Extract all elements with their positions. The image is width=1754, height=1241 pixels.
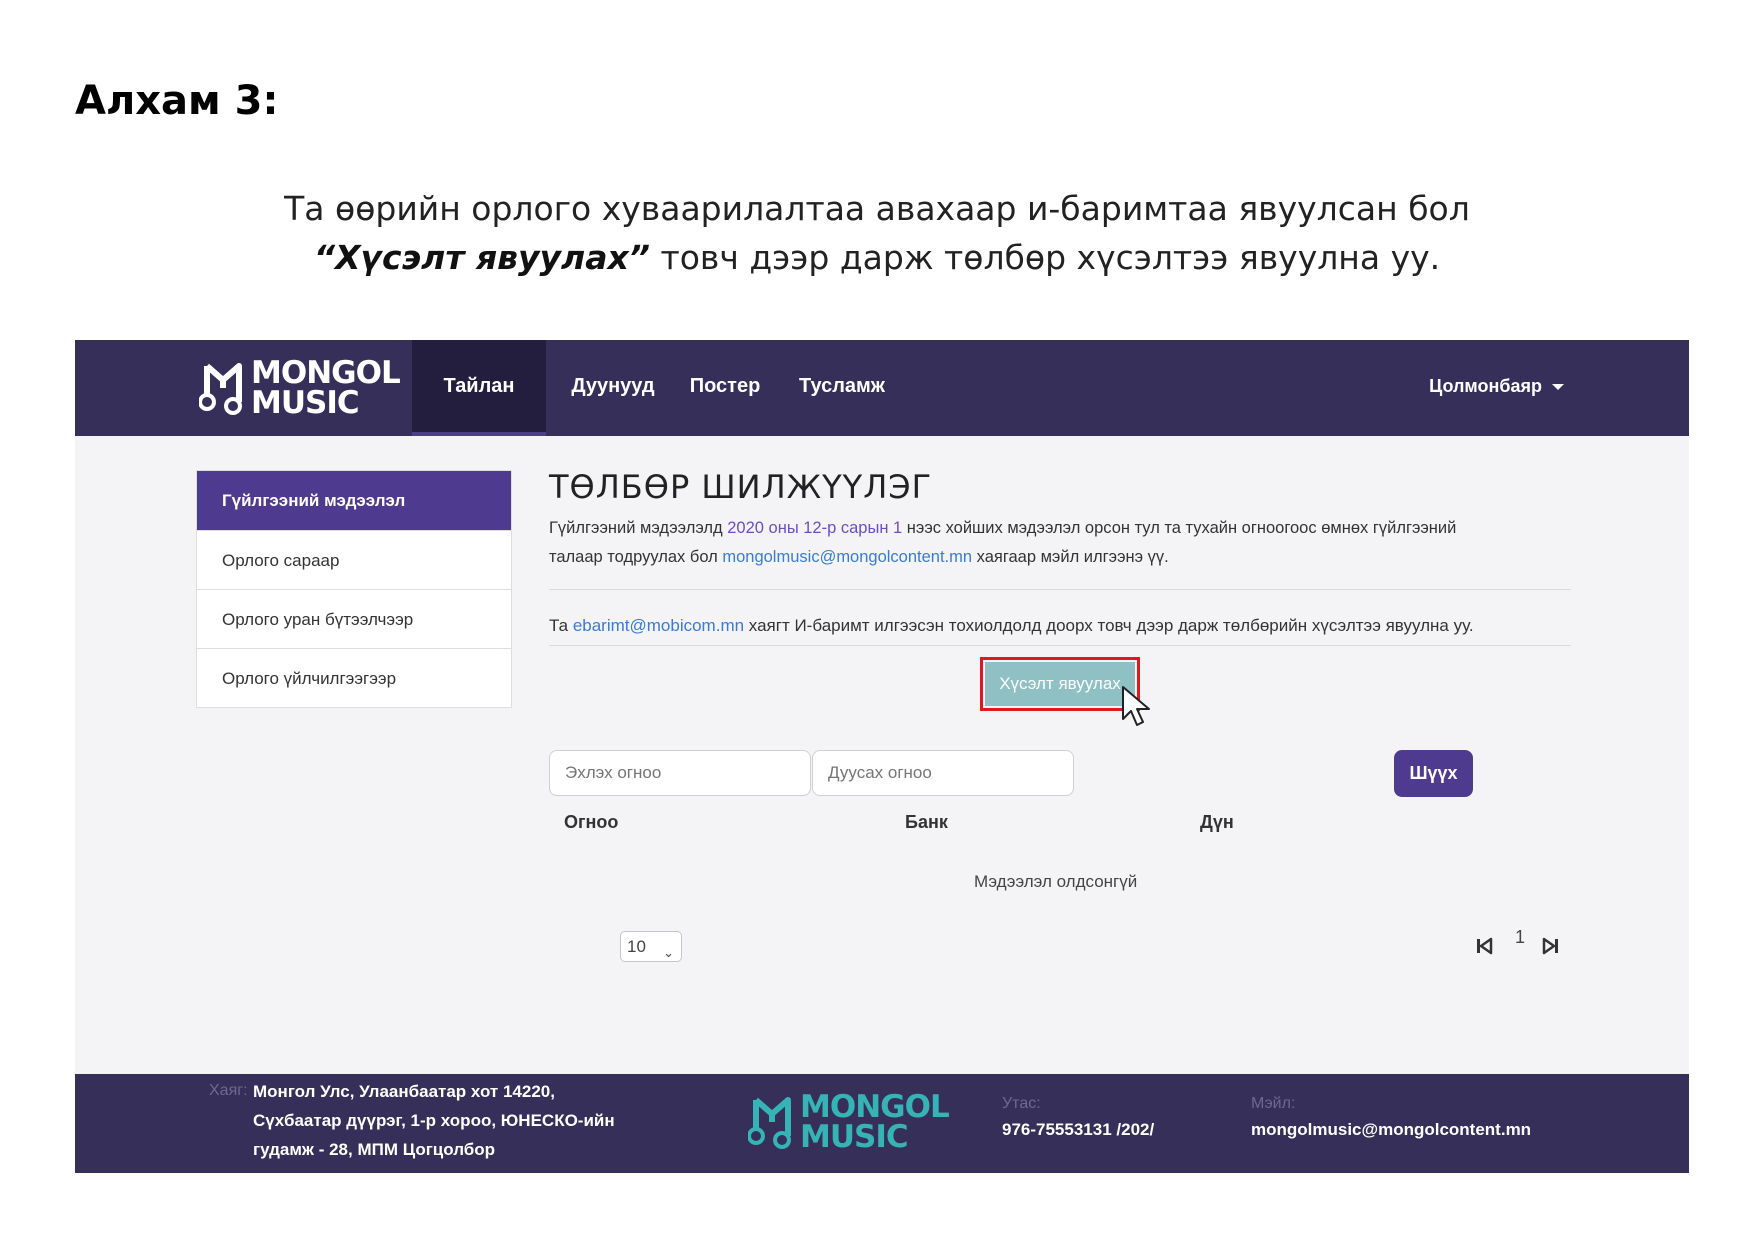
send-request-button[interactable]: Хүсэлт явуулах	[985, 662, 1135, 706]
logo-line-2: MUSIC	[251, 385, 360, 421]
address-line: Сүхбаатар дүүрэг, 1-р хороо, ЮНЕСКО-ийн	[253, 1111, 615, 1130]
page-title: ТӨЛБӨР ШИЛЖҮҮЛЭГ	[549, 468, 933, 506]
info-date: 2020 оны 12-р сарын 1	[727, 519, 903, 537]
info-email-link[interactable]: mongolmusic@mongolcontent.mn	[722, 548, 972, 566]
footer-email[interactable]: mongolmusic@mongolcontent.mn	[1251, 1115, 1531, 1144]
filter-button[interactable]: Шүүх	[1394, 750, 1473, 797]
instruction-line-2-rest: товч дээр дарж төлбөр хүсэлтээ явуулна у…	[650, 238, 1441, 277]
brand-logo[interactable]: MONGOL MUSIC	[198, 355, 401, 421]
page-size-select[interactable]: 10 ⌄	[620, 931, 682, 962]
info-text-part: нээс хойших мэдээлэл орсон тул та тухайн…	[902, 519, 1457, 537]
footer-logo: MONGOL MUSIC	[747, 1089, 950, 1155]
app-screenshot: MONGOL MUSIC Тайлан Дуунууд Постер Тусла…	[75, 340, 1689, 1173]
sidebar-item-income-by-artist[interactable]: Орлого уран бүтээлчээр	[197, 589, 511, 648]
logo-wordmark: MONGOL MUSIC	[251, 355, 401, 421]
address-line: Монгол Улс, Улаанбаатар хот 14220,	[253, 1082, 555, 1101]
address-label: Хаяг:	[209, 1082, 248, 1099]
logo-line-1: MONGOL	[800, 1089, 950, 1125]
sidebar: Гүйлгээний мэдээлэл Орлого сараар Орлого…	[196, 470, 512, 708]
nav-duunuud[interactable]: Дуунууд	[563, 340, 663, 436]
page-number[interactable]: 1	[1515, 927, 1525, 948]
nav-poster[interactable]: Постер	[685, 340, 765, 436]
sidebar-item-income-monthly[interactable]: Орлого сараар	[197, 530, 511, 589]
user-name: Цолмонбаяр	[1429, 376, 1542, 396]
footer: Хаяг: Монгол Улс, Улаанбаатар хот 14220,…	[75, 1074, 1689, 1173]
instruction-button-name: “Хүсэлт явуулах”	[313, 238, 651, 277]
column-header-amount: Дүн	[1200, 812, 1234, 832]
info-text-part: хаягаар мэйл илгээнэ үү.	[972, 548, 1169, 566]
footer-logo-wordmark: MONGOL MUSIC	[800, 1089, 950, 1155]
end-date-input[interactable]	[812, 750, 1074, 796]
info-text-part: Гүйлгээний мэдээлэлд	[549, 519, 728, 537]
info-text: Гүйлгээний мэдээлэлд 2020 оны 12-р сарын…	[549, 514, 1559, 572]
info-text-part: талаар тодруулах бол	[549, 548, 723, 566]
phone-label: Утас:	[1002, 1095, 1041, 1112]
column-header-bank: Банк	[905, 812, 948, 832]
top-navbar: MONGOL MUSIC Тайлан Дуунууд Постер Тусла…	[75, 340, 1689, 436]
divider	[549, 589, 1571, 590]
nav-help[interactable]: Тусламж	[787, 340, 897, 436]
sidebar-item-transactions[interactable]: Гүйлгээний мэдээлэл	[197, 471, 511, 530]
last-page-icon[interactable]	[1542, 936, 1560, 956]
note-text-part: Та	[549, 616, 573, 635]
first-page-icon[interactable]	[1475, 936, 1493, 956]
step-title: Алхам 3:	[75, 78, 279, 124]
column-header-date: Огноо	[564, 812, 619, 832]
caret-down-icon	[1552, 384, 1564, 391]
ebarimt-note: Та ebarimt@mobicom.mn хаягт И-баримт илг…	[549, 616, 1474, 636]
ebarimt-email-link[interactable]: ebarimt@mobicom.mn	[573, 616, 744, 635]
address-text: Монгол Улс, Улаанбаатар хот 14220, Сүхба…	[253, 1077, 615, 1164]
logo-line-1: MONGOL	[251, 355, 401, 391]
instruction-line-1: Та өөрийн орлого хуваарилалтаа авахаар и…	[284, 189, 1470, 228]
address-line: гудамж - 28, МПМ Цогцолбор	[253, 1140, 496, 1159]
music-note-logo-icon	[747, 1094, 796, 1150]
music-note-logo-icon	[198, 360, 247, 416]
instruction-line-2: “Хүсэлт явуулах” товч дээр дарж төлбөр х…	[0, 234, 1754, 282]
chevron-down-icon: ⌄	[663, 945, 674, 960]
logo-line-2: MUSIC	[800, 1119, 909, 1155]
start-date-input[interactable]	[549, 750, 811, 796]
sidebar-item-income-by-service[interactable]: Орлого үйлчилгээгээр	[197, 648, 511, 707]
email-label: Мэйл:	[1251, 1095, 1296, 1112]
user-menu[interactable]: Цолмонбаяр	[1429, 376, 1564, 397]
cursor-pointer-icon	[1122, 686, 1150, 726]
divider	[549, 645, 1571, 646]
empty-table-message: Мэдээлэл олдсонгүй	[974, 872, 1138, 891]
nav-tailan[interactable]: Тайлан	[412, 340, 546, 436]
phone-number: 976-75553131 /202/	[1002, 1120, 1155, 1139]
request-button-highlight: Хүсэлт явуулах	[980, 657, 1140, 711]
page-size-value: 10	[627, 937, 646, 956]
note-text-part: хаягт И-баримт илгээсэн тохиолдолд доорх…	[744, 616, 1474, 635]
